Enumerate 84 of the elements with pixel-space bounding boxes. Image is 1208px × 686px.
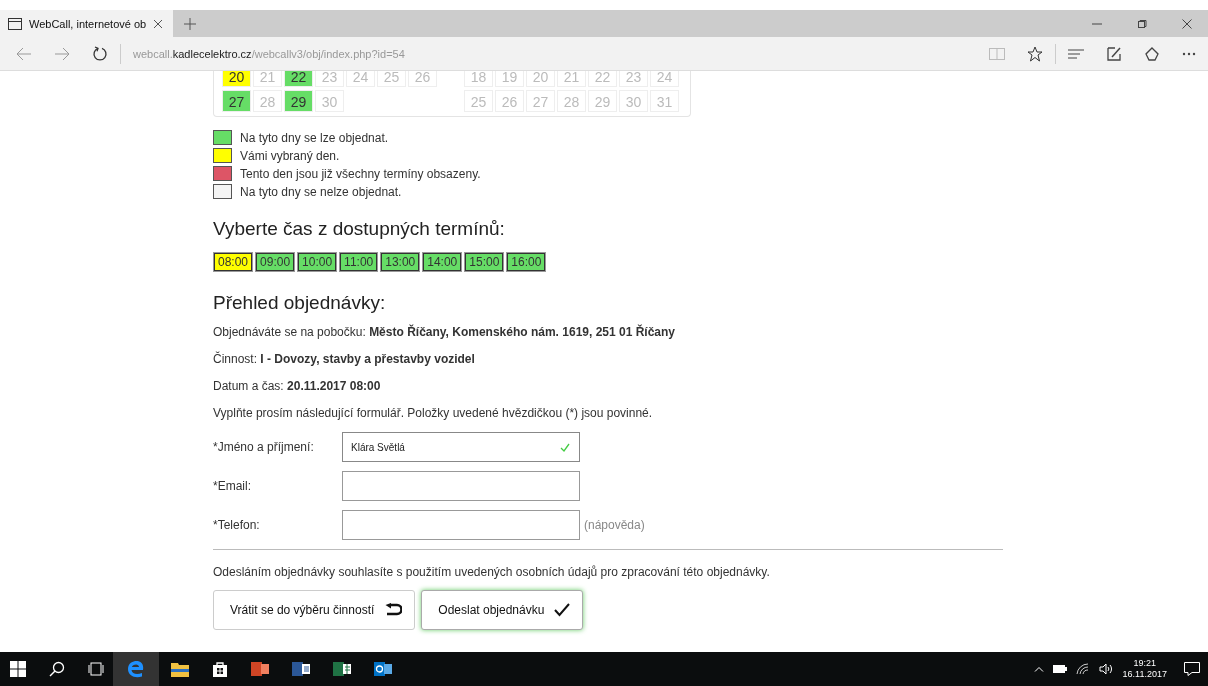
caret-up-icon[interactable] xyxy=(1033,666,1044,672)
presentation-app-icon[interactable] xyxy=(251,661,269,677)
time-slot[interactable]: 16:00 xyxy=(507,253,546,271)
summary-text: Datum a čas: 20.11.2017 08:00 xyxy=(213,378,382,394)
calendar-day: 18 xyxy=(464,71,493,87)
tab-page-icon xyxy=(8,17,22,30)
field-label: *Telefon: xyxy=(213,518,261,532)
calendar-day: 20 xyxy=(526,71,555,87)
input-field[interactable]: Klára Světlá xyxy=(342,432,580,462)
input-field[interactable] xyxy=(342,471,580,501)
calendar-day: 21 xyxy=(253,71,282,87)
document-app-icon[interactable] xyxy=(292,661,310,677)
time-slot[interactable]: 10:00 xyxy=(298,253,337,271)
calendar-day: 23 xyxy=(315,71,344,87)
notifications-icon[interactable] xyxy=(1184,662,1200,676)
time-slot[interactable]: 15:00 xyxy=(465,253,504,271)
browser-tab[interactable]: WebCall, internetové ob xyxy=(0,10,174,37)
legend-text: Na tyto dny se nelze objednat. xyxy=(240,184,402,199)
calendar-day[interactable]: 22 xyxy=(284,71,313,87)
time-slot[interactable]: 14:00 xyxy=(423,253,462,271)
task-view-icon[interactable] xyxy=(88,662,104,676)
windows-start-icon[interactable] xyxy=(10,661,26,677)
calendar-day[interactable]: 27 xyxy=(222,90,251,112)
calendar-day: 28 xyxy=(253,90,282,112)
submit-button[interactable]: Odeslat objednávku xyxy=(421,590,584,630)
legend-text: Na tyto dny se lze objednat. xyxy=(240,130,389,145)
input-field[interactable] xyxy=(342,510,580,540)
close-icon[interactable] xyxy=(1182,18,1192,29)
calendar-day: 30 xyxy=(619,90,648,112)
store-bag-icon[interactable] xyxy=(212,661,228,677)
volume-icon[interactable] xyxy=(1098,663,1113,675)
time-slot[interactable]: 11:00 xyxy=(340,253,378,271)
calendar-day: 27 xyxy=(526,90,555,112)
mail-app-icon[interactable] xyxy=(374,661,392,677)
summary-text: Objednáváte se na pobočku: Město Říčany, Komenského nám. 1619, 251 01 Říčany xyxy=(213,324,677,340)
folder-icon[interactable] xyxy=(171,661,189,677)
summary-text: Vyplňte prosím následující formulář. Položky uvedené hvězdičkou (*) jsou povinné. xyxy=(213,405,654,421)
address-field[interactable]: webcall.kadlecelektro.cz/webcallv3/obj/index.php?id=54 xyxy=(133,47,405,60)
calendar-day: 26 xyxy=(495,90,524,112)
field-label: *Jméno a příjmení: xyxy=(213,440,315,454)
more-icon[interactable] xyxy=(1182,51,1196,56)
calendar-day: 30 xyxy=(315,90,344,112)
battery-icon[interactable] xyxy=(1052,665,1067,673)
checkmark-icon xyxy=(554,603,571,617)
browser-e-icon[interactable] xyxy=(127,660,145,678)
forward-arrow-icon[interactable] xyxy=(54,46,70,61)
star-icon[interactable] xyxy=(1027,45,1043,62)
refresh-icon[interactable] xyxy=(92,45,108,62)
back-arrow-icon[interactable] xyxy=(16,46,32,61)
calendar-day: 24 xyxy=(650,71,679,87)
note-pen-icon[interactable] xyxy=(1106,45,1122,62)
calendar-day: 29 xyxy=(588,90,617,112)
calendar-day: 19 xyxy=(495,71,524,87)
time-slot[interactable]: 13:00 xyxy=(381,253,420,271)
wifi-icon[interactable] xyxy=(1075,663,1090,675)
time-slot[interactable]: 09:00 xyxy=(256,253,295,271)
calendar-day: 20 xyxy=(222,71,251,87)
section-heading: Vyberte čas z dostupných termínů: xyxy=(213,218,506,240)
calendar-day: 31 xyxy=(650,90,679,112)
calendar-day: 26 xyxy=(408,71,437,87)
calendar-day: 25 xyxy=(377,71,406,87)
field-label: *Email: xyxy=(213,479,252,493)
section-heading: Přehled objednávky: xyxy=(213,292,387,314)
calendar-day: 25 xyxy=(464,90,493,112)
legend-text: Vámi vybraný den. xyxy=(240,148,340,163)
back-button[interactable]: Vrátit se do výběru činností xyxy=(213,590,416,630)
calendar-day: 28 xyxy=(557,90,586,112)
search-icon[interactable] xyxy=(49,661,65,677)
new-tab-icon[interactable] xyxy=(184,17,197,30)
calendar-day: 22 xyxy=(588,71,617,87)
return-arrow-icon xyxy=(384,603,403,617)
calendar-day: 21 xyxy=(557,71,586,87)
calendar-day: 24 xyxy=(346,71,375,87)
help-link[interactable]: (nápověda) xyxy=(584,518,645,532)
close-icon[interactable] xyxy=(153,18,164,29)
restore-icon[interactable] xyxy=(1137,18,1147,29)
time-slot[interactable]: 08:00 xyxy=(214,253,253,271)
spreadsheet-app-icon[interactable] xyxy=(333,661,351,677)
calendar-day[interactable]: 29 xyxy=(284,90,313,112)
legend-text: Tento den jsou již všechny termíny obsazeny. xyxy=(240,166,481,181)
calendar-day: 23 xyxy=(619,71,648,87)
summary-text: Činnost: I - Dovozy, stavby a přestavby vozidel xyxy=(213,351,476,367)
clock[interactable]: 19:21 16.11.2017 xyxy=(1122,658,1167,680)
consent-text: Odesláním objednávky souhlasíte s použitím uvedených osobních údajů pro zpracování této objednávky. xyxy=(213,564,771,580)
